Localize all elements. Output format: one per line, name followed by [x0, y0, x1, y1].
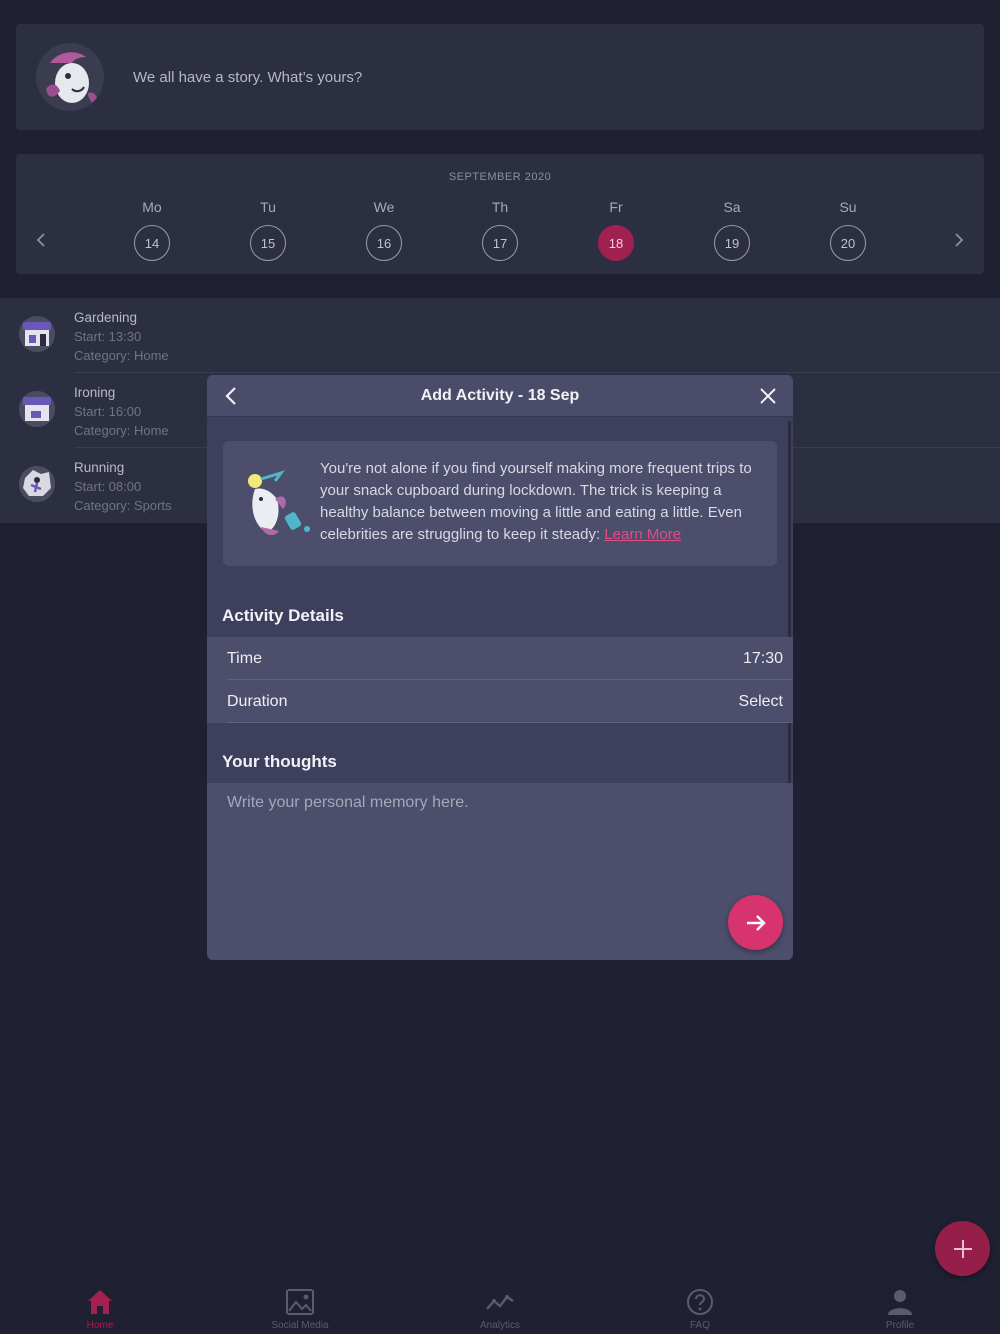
tab-faq[interactable]: FAQ — [600, 1282, 800, 1334]
activity-name: Gardening — [74, 310, 138, 325]
day-date[interactable]: 20 — [830, 225, 866, 261]
divider — [227, 722, 793, 723]
day-date[interactable]: 19 — [714, 225, 750, 261]
tab-label: Profile — [885, 1320, 915, 1331]
bottom-tab-bar: Home Social Media Analytics FAQ Profile — [0, 1282, 1000, 1334]
arrow-right-icon — [746, 914, 766, 931]
add-activity-fab[interactable] — [935, 1221, 990, 1276]
add-activity-modal: Add Activity - 18 Sep You're not alone i… — [207, 375, 793, 960]
day-of-week: We — [373, 199, 395, 215]
tab-profile[interactable]: Profile — [800, 1282, 1000, 1334]
home-icon — [88, 1290, 112, 1314]
calendar-day[interactable]: Sa 19 — [702, 154, 762, 261]
day-of-week: Sa — [723, 199, 741, 215]
activity-start: Start: 16:00 — [74, 404, 142, 419]
ironing-thumbnail — [19, 391, 55, 427]
shark-illustration — [241, 469, 317, 539]
activity-category: Category: Home — [74, 423, 169, 438]
mascot-avatar — [36, 43, 104, 111]
modal-header: Add Activity - 18 Sep — [207, 375, 793, 417]
duration-select[interactable]: Select — [739, 693, 783, 711]
day-date[interactable]: 14 — [134, 225, 170, 261]
image-icon — [286, 1289, 314, 1315]
day-date[interactable]: 16 — [366, 225, 402, 261]
activity-category: Category: Home — [74, 348, 169, 363]
calendar-day[interactable]: Mo 14 — [122, 154, 182, 261]
time-label: Time — [227, 649, 262, 667]
next-week-button[interactable] — [949, 230, 969, 250]
tip-body: You're not alone if you find yourself ma… — [320, 460, 752, 543]
activity-start: Start: 08:00 — [74, 479, 142, 494]
calendar-day[interactable]: Th 17 — [470, 154, 530, 261]
learn-more-link[interactable]: Learn More — [604, 526, 681, 543]
time-value[interactable]: 17:30 — [743, 650, 783, 668]
activity-name: Running — [74, 460, 125, 475]
activity-name: Ironing — [74, 385, 116, 400]
story-prompt: We all have a story. What’s yours? — [133, 68, 363, 86]
day-date[interactable]: 15 — [250, 225, 286, 261]
prev-week-button[interactable] — [31, 230, 51, 250]
week-calendar: SEPTEMBER 2020 Mo 14 Tu 15 We 16 Th 17 F… — [16, 154, 984, 274]
calendar-day[interactable]: Su 20 — [818, 154, 878, 261]
close-icon — [760, 388, 776, 404]
back-button[interactable] — [221, 385, 243, 407]
activity-category: Category: Sports — [74, 498, 172, 513]
home-screen: We all have a story. What’s yours? SEPTE… — [0, 0, 1000, 1334]
calendar-day-selected[interactable]: Fr 18 — [586, 154, 646, 261]
chevron-left-icon — [225, 387, 236, 405]
duration-row[interactable]: Duration Select — [207, 680, 793, 723]
close-button[interactable] — [757, 385, 779, 407]
person-icon — [888, 1290, 912, 1315]
duration-label: Duration — [227, 692, 288, 710]
activity-start: Start: 13:30 — [74, 329, 142, 344]
thoughts-heading: Your thoughts — [222, 752, 337, 771]
day-of-week: Su — [839, 199, 857, 215]
day-of-week: Th — [491, 199, 509, 215]
time-row[interactable]: Time 17:30 — [207, 637, 793, 680]
tab-analytics[interactable]: Analytics — [400, 1282, 600, 1334]
thoughts-textarea[interactable] — [207, 783, 793, 960]
calendar-day[interactable]: We 16 — [354, 154, 414, 261]
modal-title: Add Activity - 18 Sep — [420, 386, 580, 404]
day-date-selected[interactable]: 18 — [598, 225, 634, 261]
tip-text: You're not alone if you find yourself ma… — [320, 458, 764, 546]
day-date[interactable]: 17 — [482, 225, 518, 261]
running-thumbnail — [19, 466, 55, 502]
tab-social-media[interactable]: Social Media — [200, 1282, 400, 1334]
activity-details-heading: Activity Details — [222, 606, 344, 625]
chevron-right-icon — [955, 233, 964, 247]
plus-icon — [953, 1239, 972, 1258]
tab-label: Home — [86, 1320, 114, 1331]
calendar-day[interactable]: Tu 15 — [238, 154, 298, 261]
tab-label: Social Media — [271, 1320, 329, 1331]
day-of-week: Tu — [260, 199, 276, 215]
story-card[interactable]: We all have a story. What’s yours? — [16, 24, 984, 130]
tab-label: Analytics — [479, 1320, 520, 1331]
help-icon — [687, 1289, 713, 1315]
tip-card: You're not alone if you find yourself ma… — [223, 441, 777, 566]
list-item[interactable]: Gardening Start: 13:30 Category: Home — [0, 298, 1000, 373]
gardening-thumbnail — [19, 316, 55, 352]
tab-label: FAQ — [689, 1320, 710, 1331]
tab-home[interactable]: Home — [0, 1282, 200, 1334]
analytics-icon — [486, 1295, 514, 1310]
submit-button[interactable] — [728, 895, 783, 950]
day-of-week: Fr — [609, 199, 623, 215]
day-of-week: Mo — [142, 199, 162, 215]
chevron-left-icon — [36, 233, 45, 247]
